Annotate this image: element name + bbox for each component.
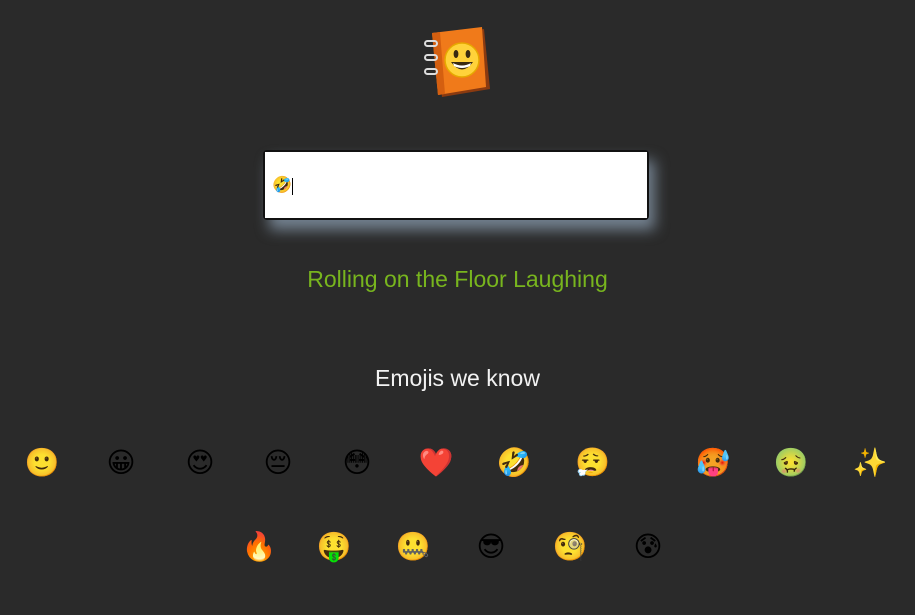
monocle-face-icon[interactable]: 🧐 xyxy=(552,529,588,565)
face-exhaling-icon[interactable]: 😮‍💨 xyxy=(575,445,655,481)
fire-icon[interactable]: 🔥 xyxy=(241,529,277,565)
hot-face-icon[interactable]: 🥵 xyxy=(695,445,731,481)
anxious-face-icon[interactable]: 😰 xyxy=(630,529,666,565)
zipper-mouth-face-icon[interactable]: 🤐 xyxy=(395,529,431,565)
emoji-list-heading: Emojis we know xyxy=(375,365,540,391)
pensive-face-icon[interactable]: 😔 xyxy=(260,445,296,481)
flushed-face-icon[interactable]: 😳 xyxy=(339,445,375,481)
grinning-face-icon[interactable]: 😀 xyxy=(103,445,139,481)
red-heart-icon[interactable]: ❤️ xyxy=(418,445,454,481)
rolling-on-floor-laughing-icon[interactable]: 🤣 xyxy=(496,445,532,481)
nauseated-face-icon[interactable]: 🤢 xyxy=(773,445,809,481)
heart-eyes-icon[interactable]: 😍 xyxy=(182,445,218,481)
sparkles-icon[interactable]: ✨ xyxy=(852,445,888,481)
emoji-input[interactable] xyxy=(265,152,647,218)
money-mouth-face-icon[interactable]: 🤑 xyxy=(316,529,352,565)
emoji-search-box xyxy=(263,150,649,220)
emoji-meaning: Rolling on the Floor Laughing xyxy=(307,266,608,292)
sunglasses-face-icon[interactable]: 😎 xyxy=(473,529,509,565)
slightly-smiling-face-icon[interactable]: 🙂 xyxy=(24,445,60,481)
text-caret xyxy=(292,178,293,195)
emojipedia-book-icon xyxy=(420,25,492,103)
